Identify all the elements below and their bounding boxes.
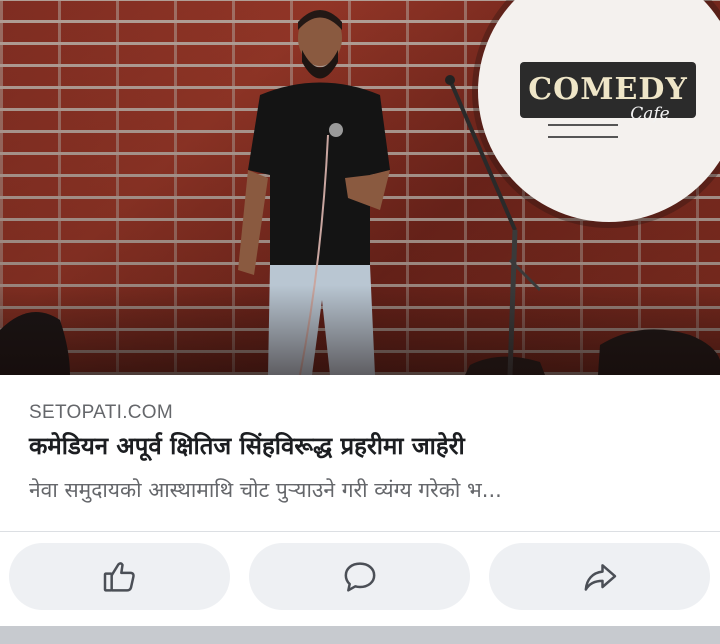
- source-domain[interactable]: SETOPATI.COM: [29, 402, 173, 424]
- comedy-cafe-logo-sub: Cafe: [630, 104, 670, 124]
- link-preview-card: COMEDY Cafe SETOPATI.COM कमेडियन अपूर्व …: [0, 0, 720, 644]
- bottom-separator: [0, 626, 720, 644]
- comment-icon: [344, 561, 375, 592]
- article-description[interactable]: नेवा समुदायको आस्थामाथि चोट पुर्‍याउने ग…: [29, 476, 709, 504]
- like-icon: [103, 561, 135, 592]
- article-thumbnail[interactable]: COMEDY Cafe: [0, 0, 720, 375]
- share-icon: [584, 563, 616, 591]
- share-button[interactable]: [489, 543, 710, 610]
- like-button[interactable]: [9, 543, 230, 610]
- divider: [0, 531, 720, 532]
- article-headline[interactable]: कमेडियन अपूर्व क्षितिज सिंहविरूद्ध प्रहर…: [29, 429, 709, 462]
- comment-button[interactable]: [249, 543, 470, 610]
- image-bottom-shade: [0, 285, 720, 375]
